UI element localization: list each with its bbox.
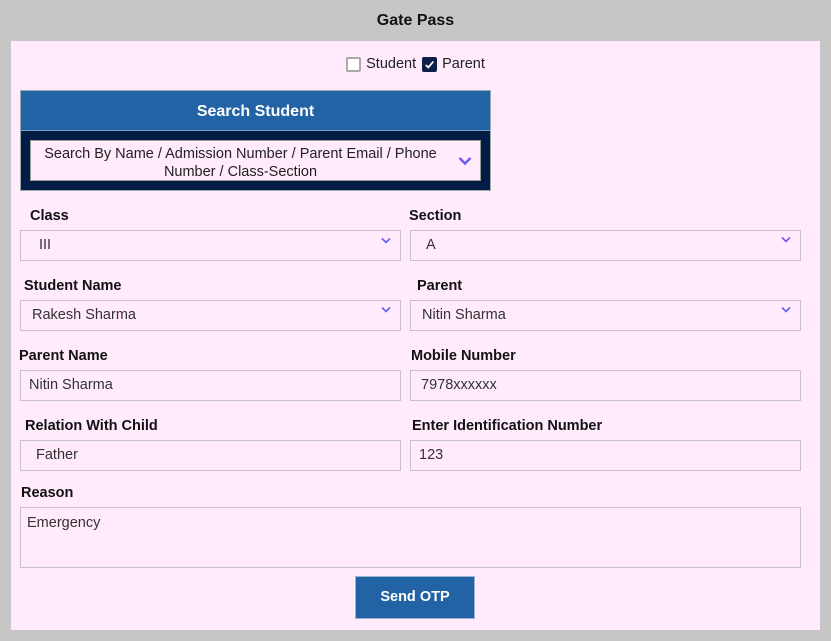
student-name-label: Student Name	[24, 278, 122, 294]
search-student-placeholder: Search By Name / Admission Number / Pare…	[44, 146, 437, 180]
class-label: Class	[30, 208, 69, 224]
checkmark-icon	[425, 60, 435, 69]
section-label: Section	[409, 208, 462, 224]
student-checkbox-option[interactable]: Student	[346, 56, 416, 72]
identification-label: Enter Identification Number	[412, 418, 603, 434]
parent-checkbox[interactable]	[422, 56, 438, 72]
search-student-panel: Search Student Search By Name / Admissio…	[20, 90, 491, 191]
reason-value: Emergency	[27, 515, 101, 531]
chevron-down-icon	[381, 306, 391, 313]
identification-input[interactable]: 123	[410, 440, 801, 471]
student-name-value: Rakesh Sharma	[32, 307, 136, 323]
chevron-down-icon	[781, 306, 791, 313]
page-title: Gate Pass	[376, 12, 455, 29]
identification-value: 123	[419, 447, 444, 463]
section-select[interactable]: A	[410, 230, 801, 261]
student-checkbox-label: Student	[366, 56, 417, 72]
relation-label: Relation With Child	[25, 418, 158, 434]
parent-name-label: Parent Name	[19, 348, 108, 364]
chevron-down-icon	[381, 237, 391, 244]
parent-name-value: Nitin Sharma	[29, 377, 113, 393]
chevron-down-icon	[458, 156, 472, 165]
relation-input[interactable]: Father	[20, 440, 401, 471]
reason-label: Reason	[21, 485, 74, 501]
parent-checkbox-option[interactable]: Parent	[422, 56, 485, 72]
mobile-number-label: Mobile Number	[411, 348, 516, 364]
search-student-heading: Search Student	[21, 91, 490, 131]
parent-checkbox-label: Parent	[442, 56, 485, 72]
class-value: III	[39, 237, 52, 253]
send-otp-button[interactable]: Send OTP	[355, 576, 475, 619]
parent-label: Parent	[417, 278, 463, 294]
parent-name-input[interactable]: Nitin Sharma	[20, 370, 401, 401]
student-checkbox[interactable]	[346, 56, 362, 72]
mobile-number-value: 7978xxxxxx	[421, 377, 497, 393]
parent-value: Nitin Sharma	[422, 307, 506, 323]
mobile-number-input[interactable]: 7978xxxxxx	[410, 370, 801, 401]
parent-select[interactable]: Nitin Sharma	[410, 300, 801, 331]
mode-selector: Student Parent	[11, 56, 820, 72]
student-name-select[interactable]: Rakesh Sharma	[20, 300, 401, 331]
chevron-down-icon	[781, 236, 791, 243]
relation-value: Father	[36, 447, 78, 463]
search-student-select[interactable]: Search By Name / Admission Number / Pare…	[30, 140, 481, 181]
section-value: A	[426, 237, 436, 253]
gate-pass-form: Student Parent Search Student Search By …	[11, 41, 820, 630]
class-select[interactable]: III	[20, 230, 401, 261]
reason-textarea[interactable]: Emergency	[20, 507, 801, 568]
